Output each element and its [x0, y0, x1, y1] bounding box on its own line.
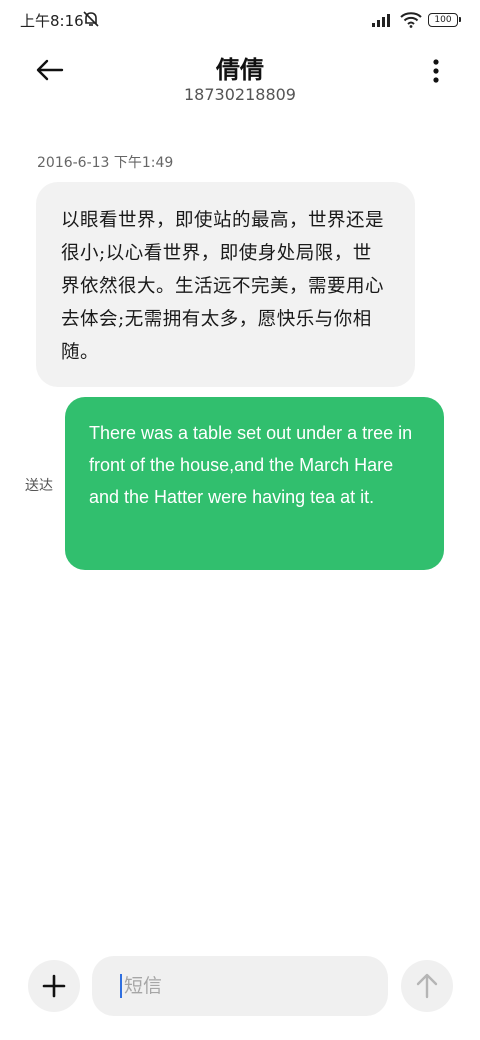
- message-input-box[interactable]: [92, 956, 388, 1016]
- contact-number: 18730218809: [184, 85, 296, 104]
- battery-icon: 100: [428, 13, 461, 27]
- conversation-header: 倩倩 18730218809: [0, 40, 480, 110]
- plus-icon: [42, 974, 66, 998]
- contact-name: 倩倩: [216, 56, 264, 84]
- message-input[interactable]: [124, 975, 354, 997]
- send-button[interactable]: [401, 960, 453, 1012]
- add-attachment-button[interactable]: [28, 960, 80, 1012]
- outgoing-message-bubble[interactable]: There was a table set out under a tree i…: [65, 397, 444, 570]
- battery-level: 100: [434, 14, 452, 25]
- signal-icon: [372, 14, 390, 27]
- outgoing-message-text: There was a table set out under a tree i…: [89, 423, 413, 507]
- text-cursor: [120, 974, 122, 998]
- more-options-button[interactable]: [424, 54, 448, 88]
- incoming-message-bubble[interactable]: 以眼看世界，即使站的最高，世界还是很小;以心看世界，即使身处局限，世界依然很大。…: [36, 182, 415, 387]
- message-timestamp: 2016-6-13 下午1:49: [37, 155, 174, 171]
- mute-icon: [83, 11, 99, 27]
- status-bar: 上午8:16 100: [0, 0, 480, 40]
- status-icons: 100: [372, 10, 461, 30]
- incoming-message-text: 以眼看世界，即使站的最高，世界还是很小;以心看世界，即使身处局限，世界依然很大。…: [61, 210, 385, 363]
- wifi-icon: [400, 12, 422, 28]
- status-time: 上午8:16: [20, 12, 84, 30]
- more-vertical-icon: [433, 59, 439, 83]
- send-arrow-icon: [416, 973, 438, 999]
- delivered-status: 送达: [25, 478, 53, 494]
- composer-bar: [0, 950, 480, 1025]
